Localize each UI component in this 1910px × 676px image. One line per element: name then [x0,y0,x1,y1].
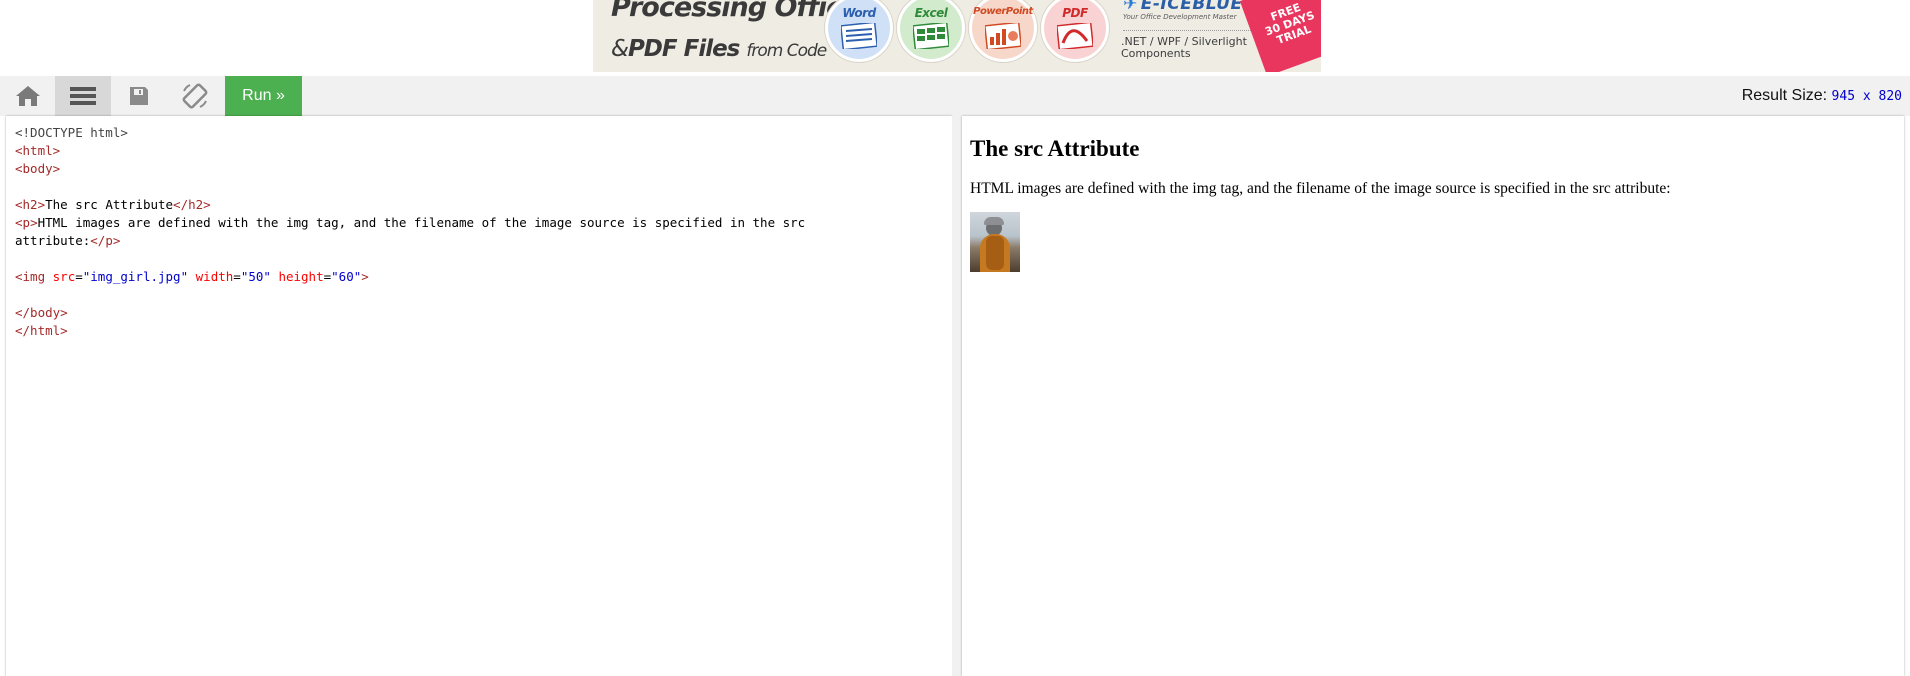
ad-headline-pdf: PDF Files [627,36,740,62]
code-content[interactable]: <!DOCTYPE html> <html> <body> <h2>The src … [15,124,892,340]
result-size: Result Size: 945 x 820 [1742,87,1902,105]
home-button[interactable] [0,76,56,116]
ad-platforms-line2: Components [1121,47,1191,60]
rotate-button[interactable] [167,76,223,116]
word-label: Word [842,6,876,20]
code-line[interactable]: </html> [15,322,892,340]
ad-platforms: .NET / WPF / Silverlight Components [1121,36,1247,60]
ad-headline-suffix: from Code [746,41,827,61]
rotate-icon [182,83,208,109]
excel-label: Excel [914,6,948,20]
document-icon [841,23,877,49]
powerpoint-format-icon: PowerPoint [969,0,1037,62]
brand-logo-icon: ✈ [1123,0,1138,14]
ad-headline-line1: Processing Office [611,0,860,23]
code-line[interactable]: attribute:</p> [15,232,892,250]
pdf-label: PDF [1062,6,1088,20]
code-line[interactable]: </body> [15,304,892,322]
code-line[interactable]: <h2>The src Attribute</h2> [15,196,892,214]
code-line[interactable]: <p>HTML images are defined with the img … [15,214,892,232]
menu-button[interactable] [55,76,111,116]
excel-format-icon: Excel [897,0,965,62]
menu-icon [70,87,96,105]
ad-headline-line2: &PDF Files from Code [611,36,827,62]
brand-name: E-ICEBLUE [1140,0,1243,14]
preview-heading: The src Attribute [970,136,1140,161]
result-preview: The src Attribute HTML images are define… [962,116,1904,676]
presentation-icon [985,23,1021,49]
spreadsheet-icon [913,23,949,49]
code-editor[interactable]: <!DOCTYPE html> <html> <body> <h2>The src … [6,116,952,676]
result-size-label: Result Size: [1741,87,1828,104]
code-line[interactable] [15,286,892,304]
divider [1123,30,1251,31]
pane-resize-handle[interactable] [952,116,962,676]
brand-tagline: Your Office Development Master [1123,13,1237,21]
code-line[interactable]: <img src="img_girl.jpg" width="50" heigh… [15,268,892,286]
run-button[interactable]: Run » [225,76,302,116]
result-size-value: 945 x 820 [1831,89,1902,104]
preview-paragraph: HTML images are defined with the img tag… [970,180,1671,197]
save-button[interactable] [111,76,167,116]
code-line[interactable]: <!DOCTYPE html> [15,124,892,142]
preview-image [970,212,1020,272]
save-icon [130,87,148,105]
code-line[interactable]: <html> [15,142,892,160]
advertisement-banner[interactable]: Processing Office &PDF Files from Code W… [593,0,1321,72]
pdf-format-icon: PDF [1041,0,1109,62]
powerpoint-label: PowerPoint [973,6,1033,17]
ad-headline-amp: & [611,36,629,62]
pdf-document-icon [1057,23,1093,49]
toolbar: Run » Result Size: 945 x 820 [0,76,1910,116]
code-line[interactable]: <body> [15,160,892,178]
code-line[interactable] [15,178,892,196]
brand-logo: ✈ E-ICEBLUE [1123,0,1243,14]
home-icon [16,86,40,106]
word-format-icon: Word [825,0,893,62]
code-line[interactable] [15,250,892,268]
